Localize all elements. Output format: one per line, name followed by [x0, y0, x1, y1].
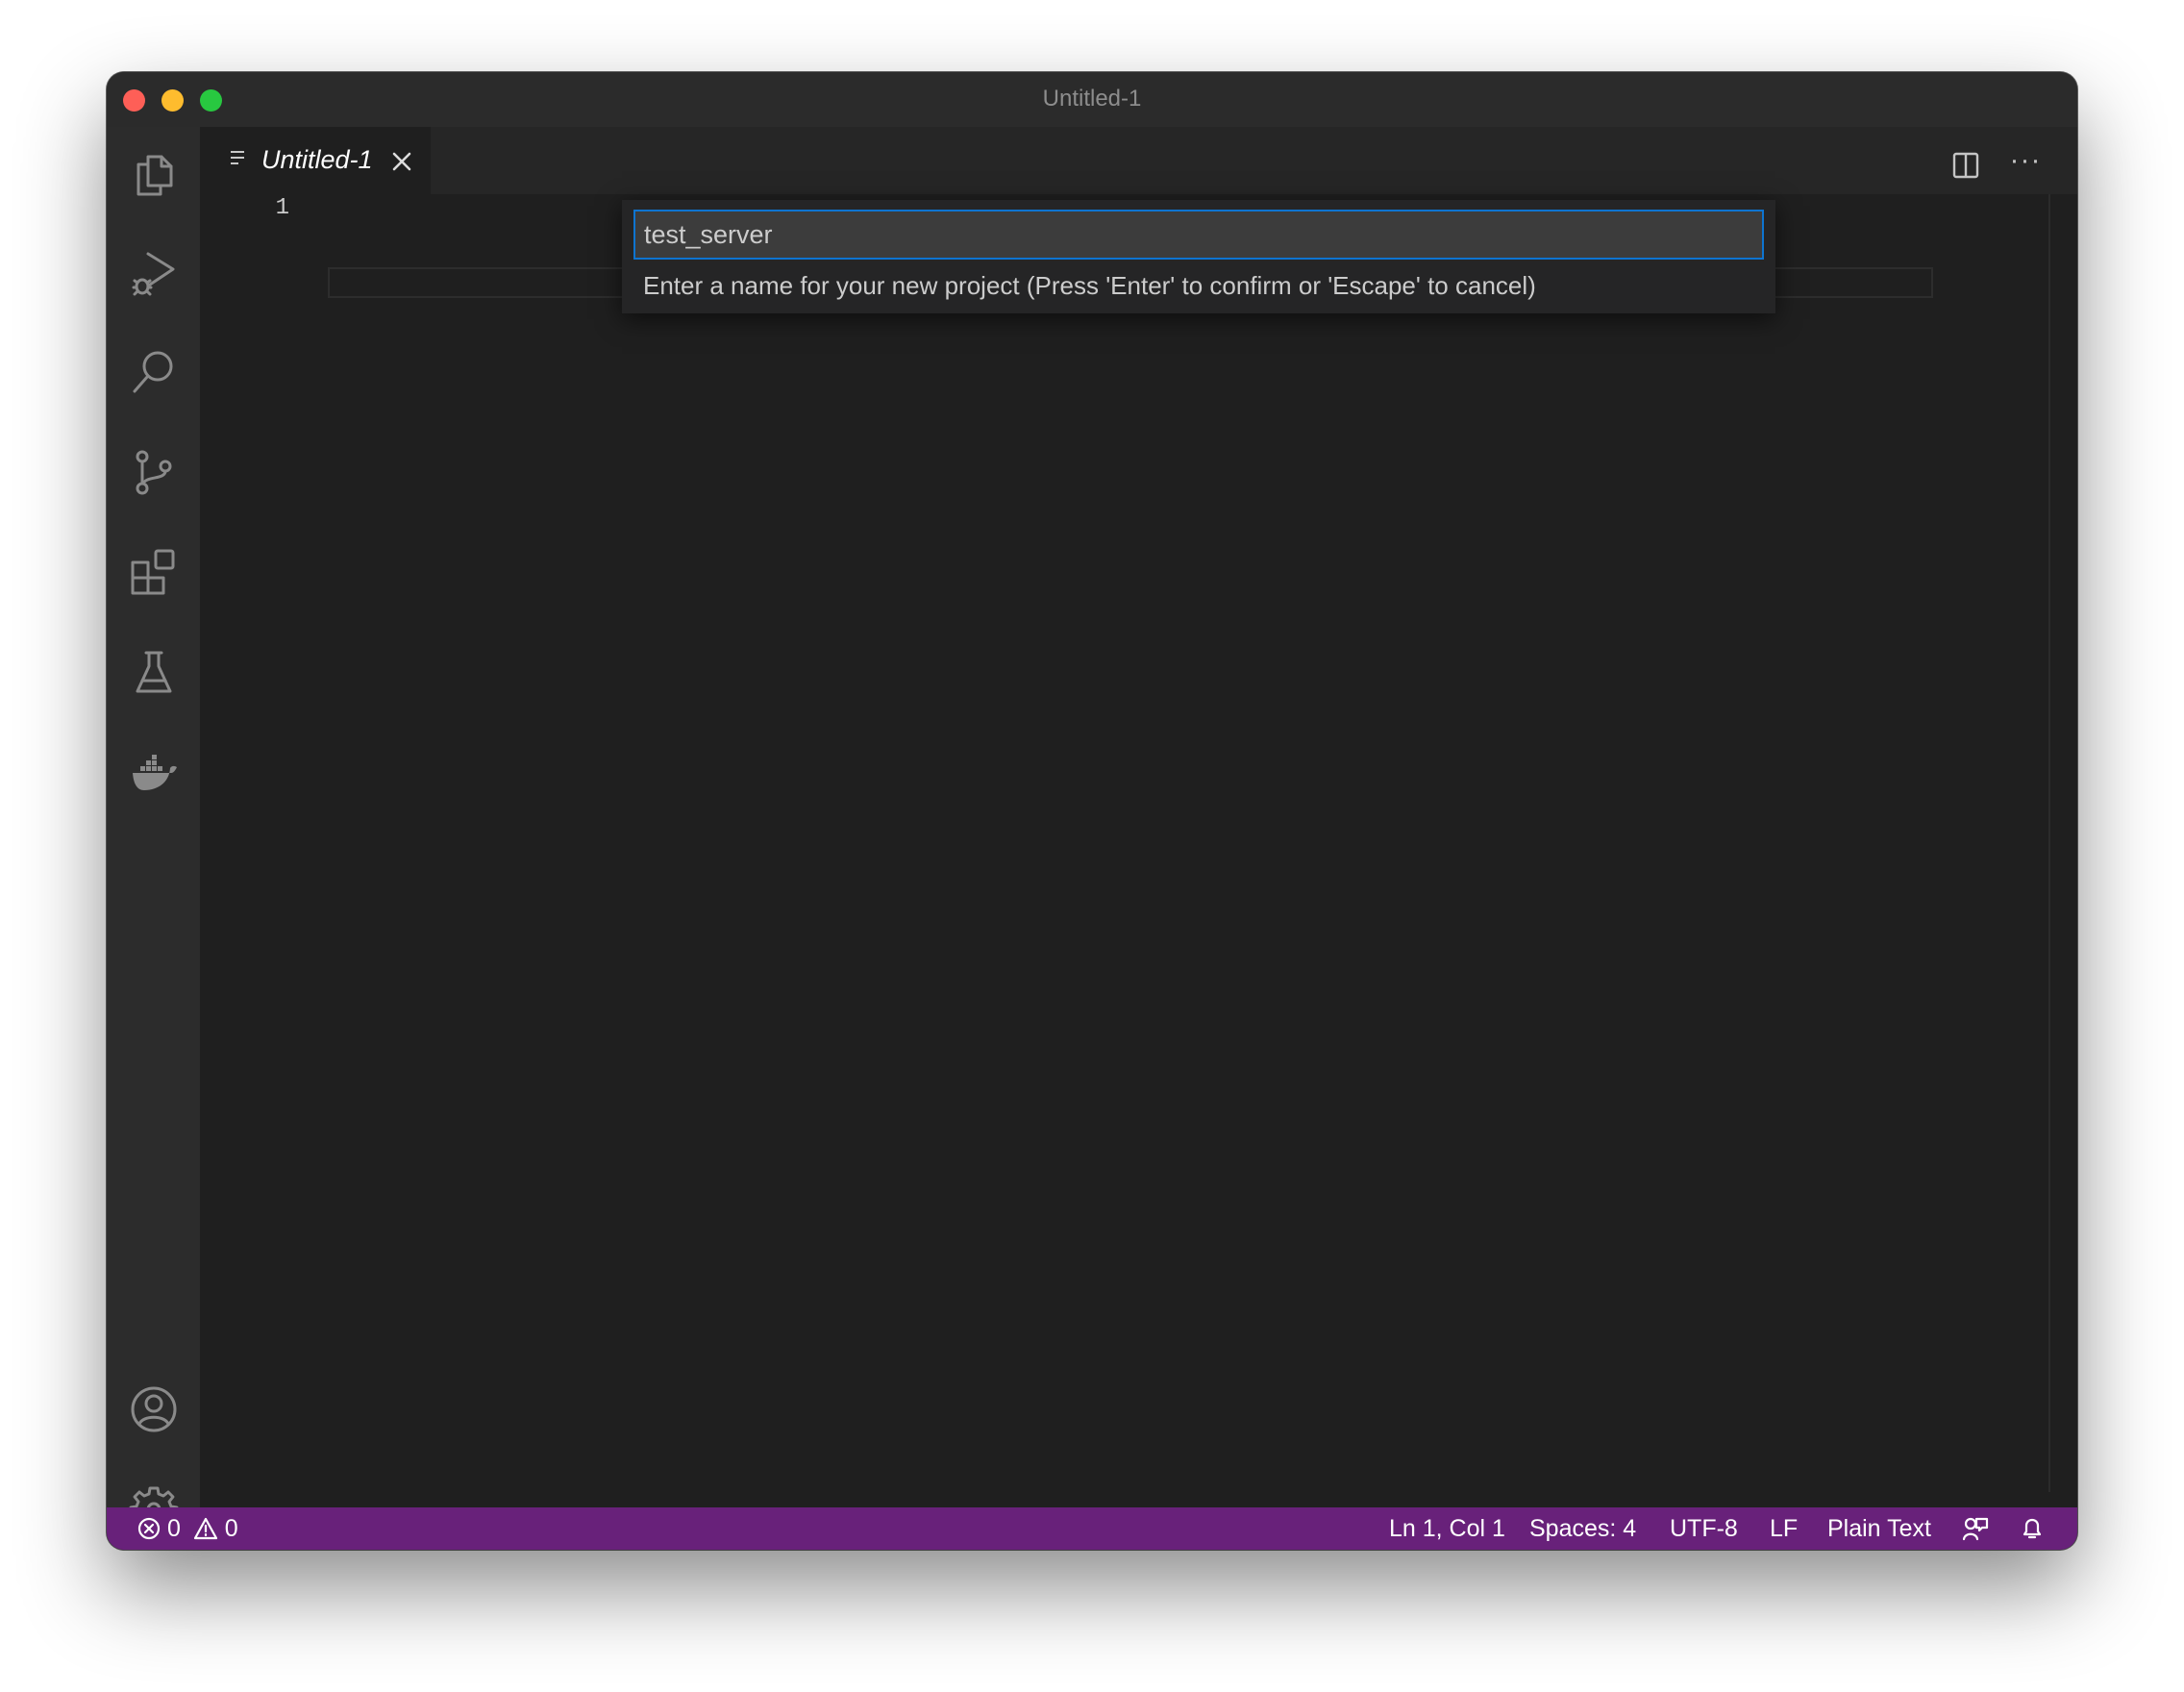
window-title: Untitled-1 — [1042, 86, 1142, 112]
line-number: 1 — [275, 195, 289, 221]
notifications-button[interactable] — [2020, 1516, 2045, 1548]
encoding[interactable]: UTF-8 — [1670, 1515, 1738, 1543]
status-bar: 0 0 Ln 1, Col 1 Spaces: 4 UTF-8 LF Plain… — [107, 1507, 2077, 1550]
language-mode[interactable]: Plain Text — [1827, 1515, 1931, 1543]
feedback-button[interactable] — [1962, 1516, 1989, 1548]
source-control-button[interactable] — [128, 446, 180, 498]
vertical-scrollbar[interactable] — [2048, 194, 2050, 1492]
split-editor-icon — [1952, 152, 1979, 179]
docker-whale-icon — [133, 755, 177, 790]
error-icon — [137, 1517, 161, 1540]
files-icon — [136, 155, 173, 196]
activity-bar — [107, 127, 200, 1550]
explorer-button[interactable] — [128, 148, 180, 200]
project-name-input[interactable] — [633, 210, 1764, 260]
bell-icon — [2023, 1518, 2042, 1539]
split-editor-button[interactable] — [1947, 146, 1985, 185]
problems-indicator[interactable]: 0 0 — [137, 1515, 238, 1543]
cursor-position[interactable]: Ln 1, Col 1 — [1389, 1515, 1505, 1543]
close-icon — [392, 152, 411, 171]
run-debug-icon — [132, 252, 175, 296]
run-and-debug-button[interactable] — [128, 247, 180, 299]
source-control-icon — [136, 450, 172, 495]
more-actions-button[interactable]: ··· — [2006, 146, 2045, 185]
editor-area: Untitled-1 — [200, 127, 2077, 1496]
accounts-button[interactable] — [128, 1383, 180, 1435]
error-count: 0 — [166, 1515, 181, 1542]
search-button[interactable] — [128, 346, 180, 398]
vscode-window: Untitled-1 Untitled-1 1 ··· test_server … — [107, 72, 2077, 1550]
title-bar: Untitled-1 — [107, 72, 2077, 127]
text-file-icon — [231, 151, 248, 170]
tab-label: Untitled-1 — [261, 145, 373, 174]
docker-button[interactable] — [128, 745, 180, 797]
close-tab-button[interactable] — [390, 150, 413, 173]
search-icon — [133, 351, 173, 393]
testing-button[interactable] — [128, 646, 180, 698]
flask-icon — [136, 651, 172, 693]
tab-untitled-1[interactable]: Untitled-1 — [200, 127, 431, 194]
warning-icon — [193, 1517, 217, 1540]
extensions-icon — [131, 549, 175, 595]
end-of-line[interactable]: LF — [1770, 1515, 1798, 1543]
indentation[interactable]: Spaces: 4 — [1529, 1515, 1636, 1543]
extensions-button[interactable] — [128, 546, 180, 598]
feedback-icon — [1962, 1517, 1989, 1541]
quick-input-message: Enter a name for your new project (Press… — [643, 271, 1536, 300]
quick-input-widget: Enter a name for your new project (Press… — [622, 200, 1775, 313]
tab-bar: Untitled-1 — [200, 127, 2077, 194]
warning-count: 0 — [224, 1515, 238, 1542]
account-icon — [131, 1386, 177, 1432]
